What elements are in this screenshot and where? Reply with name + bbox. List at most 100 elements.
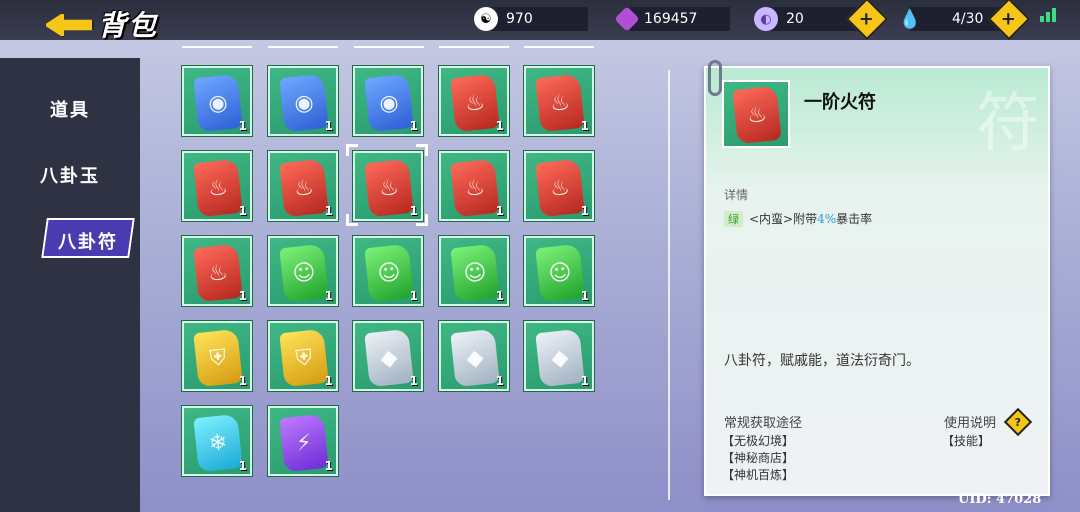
- item-slot[interactable]: ♨ 1: [439, 151, 509, 221]
- selection-frame: [346, 144, 428, 226]
- item-slot[interactable]: ♨ 1: [524, 151, 594, 221]
- item-slot[interactable]: ◆ 1: [524, 321, 594, 391]
- item-slot[interactable]: ◉ 1: [182, 66, 252, 136]
- fire-talisman-icon: ♨: [535, 158, 585, 218]
- item-quantity: 1: [238, 119, 247, 133]
- fire-talisman-icon: ♨: [279, 158, 329, 218]
- item-slot[interactable]: ◆ 1: [439, 321, 509, 391]
- item-quantity: 1: [324, 459, 333, 473]
- page-title: 背包: [98, 9, 159, 42]
- help-icon[interactable]: ?: [1003, 407, 1033, 437]
- paperclip-icon: [708, 60, 722, 96]
- earth-talisman-icon: ⛨: [279, 328, 329, 388]
- item-slot[interactable]: ☺ 1: [524, 236, 594, 306]
- moon-orb-icon: ◐: [754, 7, 778, 31]
- item-slot[interactable]: ♨ 1: [439, 66, 509, 136]
- item-quantity: 1: [324, 289, 333, 303]
- water-talisman-icon: ◉: [193, 73, 243, 133]
- item-quantity: 1: [238, 204, 247, 218]
- metal-talisman-icon: ◆: [535, 328, 585, 388]
- sidebar-item-props[interactable]: 道具: [0, 96, 140, 122]
- row-separator: [524, 46, 594, 48]
- signal-icon: [1040, 8, 1056, 22]
- item-slot[interactable]: ♨ 1: [182, 236, 252, 306]
- item-quantity: 1: [580, 119, 589, 133]
- thunder-talisman-icon: ⚡: [279, 413, 329, 473]
- fire-talisman-icon: ♨: [450, 158, 500, 218]
- item-quantity: 1: [580, 374, 589, 388]
- item-slot[interactable]: ☺ 1: [439, 236, 509, 306]
- fire-talisman-icon: ♨: [732, 85, 782, 145]
- item-quantity: 1: [238, 289, 247, 303]
- sidebar-item-bagua-jade[interactable]: 八卦玉: [0, 162, 140, 188]
- source-item[interactable]: 【神秘商店】: [722, 449, 794, 466]
- ice-talisman-icon: ❄: [193, 413, 243, 473]
- water-drop-icon: 💧: [898, 8, 922, 30]
- row-separator: [439, 46, 509, 48]
- item-quantity: 1: [238, 374, 247, 388]
- item-quantity: 1: [324, 119, 333, 133]
- item-slot[interactable]: ◆ 1: [353, 321, 423, 391]
- back-button[interactable]: 背包: [44, 4, 184, 44]
- item-quantity: 1: [580, 289, 589, 303]
- item-slot[interactable]: ⛨ 1: [182, 321, 252, 391]
- wind-talisman-icon: ☺: [535, 243, 585, 303]
- resource-value: 4/30: [952, 11, 984, 27]
- item-slot[interactable]: ⛨ 1: [268, 321, 338, 391]
- wind-talisman-icon: ☺: [279, 243, 329, 303]
- detail-section-title: 详情: [724, 188, 749, 202]
- sidebar-item-bagua-talisman[interactable]: 八卦符: [46, 228, 130, 254]
- item-slot[interactable]: ⚡ 1: [268, 406, 338, 476]
- row-separator: [354, 46, 424, 48]
- item-quantity: 1: [324, 374, 333, 388]
- sidebar: [0, 58, 140, 512]
- resource-crystal: 169457: [614, 6, 730, 32]
- item-quantity: 1: [324, 204, 333, 218]
- fire-talisman-icon: ♨: [535, 73, 585, 133]
- item-quantity: 1: [495, 374, 504, 388]
- item-quantity: 1: [409, 289, 418, 303]
- water-talisman-icon: ◉: [364, 73, 414, 133]
- item-slot[interactable]: ♨ 1: [182, 151, 252, 221]
- item-slot[interactable]: ❄ 1: [182, 406, 252, 476]
- usage-title: 使用说明: [944, 416, 997, 431]
- wind-talisman-icon: ☺: [364, 243, 414, 303]
- wind-talisman-icon: ☺: [450, 243, 500, 303]
- row-separator: [268, 46, 338, 48]
- item-slot[interactable]: ☺ 1: [268, 236, 338, 306]
- resource-value: 169457: [644, 11, 698, 27]
- item-quantity: 1: [495, 204, 504, 218]
- item-slot[interactable]: ☺ 1: [353, 236, 423, 306]
- item-slot[interactable]: ◉ 1: [353, 66, 423, 136]
- row-separator: [182, 46, 252, 48]
- item-slot[interactable]: ♨ 1: [268, 151, 338, 221]
- item-quantity: 1: [580, 204, 589, 218]
- item-quantity: 1: [409, 119, 418, 133]
- earth-talisman-icon: ⛨: [193, 328, 243, 388]
- water-talisman-icon: ◉: [279, 73, 329, 133]
- resource-value: 970: [506, 11, 533, 27]
- source-item[interactable]: 【神机百炼】: [722, 466, 794, 483]
- uid-label: UID: 47028: [958, 492, 1042, 507]
- item-slot[interactable]: ◉ 1: [268, 66, 338, 136]
- metal-talisman-icon: ◆: [364, 328, 414, 388]
- resource-value: 20: [786, 11, 804, 27]
- item-quantity: 1: [495, 119, 504, 133]
- detail-panel: 符 ♨ 一阶火符 详情 绿 <内蛮>附带4%暴击率 八卦符，赋戚能，道法衍奇门。 …: [704, 66, 1050, 496]
- metal-talisman-icon: ◆: [450, 328, 500, 388]
- effect-line: 绿 <内蛮>附带4%暴击率: [724, 210, 872, 227]
- source-item[interactable]: 【无极幻境】: [722, 432, 794, 449]
- watermark-glyph: 符: [976, 87, 1040, 161]
- item-quantity: 1: [238, 459, 247, 473]
- fire-talisman-icon: ♨: [450, 73, 500, 133]
- detail-item-icon: ♨: [722, 80, 790, 148]
- quality-tag: 绿: [724, 211, 743, 227]
- item-quantity: 1: [409, 374, 418, 388]
- yin-yang-icon: ☯: [474, 7, 498, 31]
- fire-talisman-icon: ♨: [193, 158, 243, 218]
- item-description: 八卦符，赋戚能，道法衍奇门。: [724, 353, 920, 369]
- back-arrow-icon: [44, 12, 94, 38]
- item-slot[interactable]: ♨ 1: [524, 66, 594, 136]
- usage-value: 【技能】: [942, 434, 991, 448]
- resource-yin-yang: ☯ 970: [474, 7, 588, 31]
